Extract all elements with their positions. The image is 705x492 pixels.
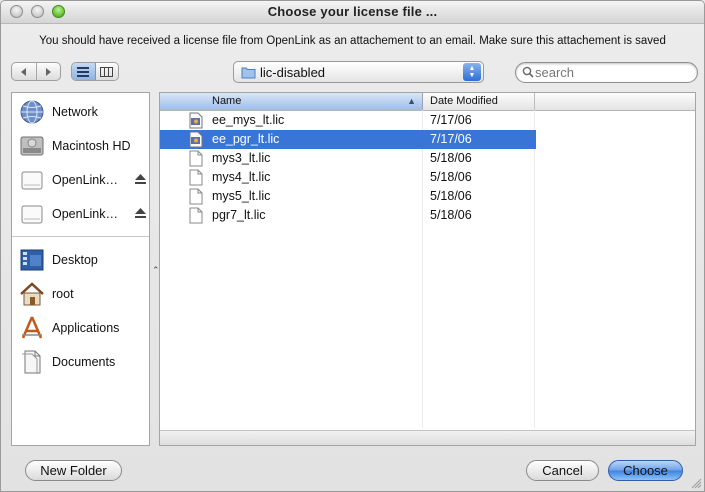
eject-icon[interactable] [135, 208, 146, 218]
search-field[interactable] [515, 62, 698, 83]
sidebar-item-label: Documents [52, 355, 116, 369]
sidebar-item-applications[interactable]: Applications [18, 313, 146, 343]
eject-icon[interactable] [135, 174, 146, 184]
folder-icon [241, 67, 256, 79]
document-icon [189, 188, 203, 205]
choose-button[interactable]: Choose [608, 460, 683, 481]
history-navigation [11, 62, 61, 81]
window-title: Choose your license file ... [267, 4, 438, 19]
license-file-icon [189, 112, 203, 129]
instruction-message: You should have received a license file … [39, 35, 666, 47]
file-date: 7/17/06 [430, 132, 472, 146]
file-name: mys4_lt.lic [212, 170, 271, 184]
sidebar-item-root[interactable]: root [18, 279, 146, 309]
search-input[interactable] [535, 64, 690, 80]
file-row[interactable]: mys4_lt.lic 5/18/06 [160, 168, 536, 187]
hard-drive-icon [18, 132, 46, 160]
file-name: mys5_lt.lic [212, 189, 271, 203]
document-icon [189, 150, 203, 167]
file-row[interactable]: mys5_lt.lic 5/18/06 [160, 187, 536, 206]
document-icon [189, 169, 203, 186]
sidebar-item-openlink-1[interactable]: OpenLink… [18, 165, 146, 195]
sidebar-item-documents[interactable]: Documents [18, 347, 146, 377]
column-view-icon [100, 66, 114, 77]
list-view-icon [77, 66, 90, 77]
cancel-button[interactable]: Cancel [526, 460, 599, 481]
sidebar-item-label: root [52, 287, 74, 301]
file-row-selected[interactable]: ee_pgr_lt.lic 7/17/06 [160, 130, 536, 149]
file-date: 5/18/06 [430, 189, 472, 203]
sort-ascending-icon: ▲ [407, 96, 416, 106]
column-header: Name ▲ Date Modified [160, 93, 695, 111]
document-icon [189, 207, 203, 224]
popup-arrows-icon: ▲ ▼ [463, 63, 481, 81]
file-browser: Name ▲ Date Modified ee_mys_lt.lic 7/17/… [159, 92, 696, 446]
applications-icon [18, 314, 46, 342]
documents-icon [18, 348, 46, 376]
file-date: 5/18/06 [430, 208, 472, 222]
disk-image-icon [18, 200, 46, 228]
view-mode-switch [71, 62, 119, 81]
search-icon [522, 66, 534, 78]
list-view-button[interactable] [72, 63, 96, 80]
resize-grip-icon[interactable] [691, 478, 702, 489]
file-row[interactable]: ee_mys_lt.lic 7/17/06 [160, 111, 536, 130]
title-bar[interactable]: Choose your license file ... [1, 1, 704, 24]
file-name: mys3_lt.lic [212, 151, 271, 165]
sidebar: Network Macintosh HD OpenLink… OpenLink…… [11, 92, 150, 446]
location-popup[interactable]: lic-disabled ▲ ▼ [233, 61, 484, 83]
file-date: 5/18/06 [430, 170, 472, 184]
forward-button[interactable] [37, 63, 61, 80]
disk-image-icon [18, 166, 46, 194]
location-label: lic-disabled [260, 65, 326, 80]
back-button[interactable] [12, 63, 37, 80]
sidebar-item-label: Macintosh HD [52, 139, 131, 153]
sidebar-item-label: Applications [52, 321, 120, 335]
sidebar-item-label: OpenLink… [52, 173, 119, 187]
choose-license-dialog: Choose your license file ... You should … [0, 0, 705, 492]
file-name: ee_mys_lt.lic [212, 113, 285, 127]
sidebar-item-macintosh-hd[interactable]: Macintosh HD [18, 131, 146, 161]
file-row[interactable]: mys3_lt.lic 5/18/06 [160, 149, 536, 168]
new-folder-button[interactable]: New Folder [25, 460, 122, 481]
sidebar-item-network[interactable]: Network [18, 97, 146, 127]
back-arrow-icon [20, 67, 26, 76]
horizontal-scrollbar[interactable] [160, 430, 695, 445]
sidebar-item-desktop[interactable]: Desktop [18, 245, 146, 275]
file-date: 5/18/06 [430, 151, 472, 165]
column-view-button[interactable] [95, 63, 118, 80]
column-header-date-modified[interactable]: Date Modified [422, 93, 535, 110]
desktop-icon [18, 246, 46, 274]
sidebar-item-label: Network [52, 105, 98, 119]
license-file-icon [189, 131, 203, 148]
forward-arrow-icon [46, 67, 52, 76]
network-globe-icon [18, 98, 46, 126]
home-icon [18, 280, 46, 308]
sidebar-item-label: OpenLink… [52, 207, 119, 221]
sidebar-divider [12, 236, 149, 237]
file-date: 7/17/06 [430, 113, 472, 127]
file-name: ee_pgr_lt.lic [212, 132, 280, 146]
file-row[interactable]: pgr7_lt.lic 5/18/06 [160, 206, 536, 225]
sidebar-item-label: Desktop [52, 253, 98, 267]
sidebar-item-openlink-2[interactable]: OpenLink… [18, 199, 146, 229]
file-name: pgr7_lt.lic [212, 208, 266, 222]
column-header-name[interactable]: Name ▲ [160, 93, 423, 110]
